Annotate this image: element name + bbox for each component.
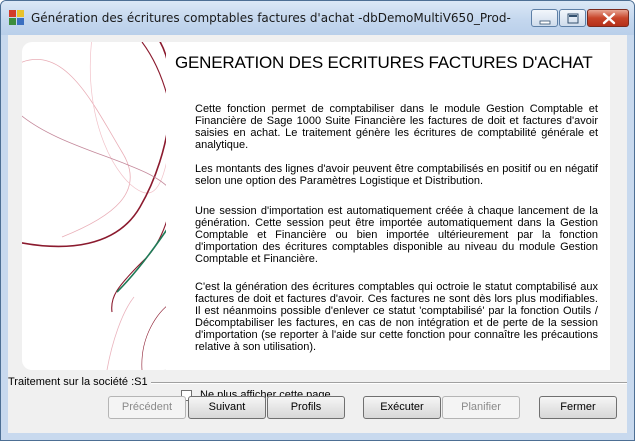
decorative-art-panel	[22, 42, 172, 370]
window-title: Génération des écritures comptables fact…	[31, 11, 511, 25]
close-icon	[602, 12, 616, 25]
description-paragraph-1: Cette fonction permet de comptabiliser d…	[195, 103, 598, 151]
execute-button[interactable]: Exécuter	[363, 396, 441, 419]
decorative-curves-image	[22, 42, 172, 370]
close-button[interactable]: Fermer	[539, 396, 617, 419]
description-paragraph-2: Les montants des lignes d'avoir peuvent …	[195, 163, 598, 187]
profiles-button[interactable]: Profils	[267, 396, 345, 419]
minimize-icon	[539, 20, 551, 25]
close-window-button[interactable]	[587, 9, 629, 27]
app-icon	[9, 10, 25, 26]
next-button[interactable]: Suivant	[188, 396, 266, 419]
company-label: Traitement sur la société :S1	[8, 376, 151, 388]
dialog-window: Génération des écritures comptables fact…	[0, 0, 635, 441]
description-paragraph-3: Une session d'importation est automatiqu…	[195, 205, 598, 265]
minimize-button[interactable]	[531, 9, 558, 27]
page-heading: GENERATION DES ECRITURES FACTURES D'ACHA…	[175, 53, 593, 72]
maximize-icon	[567, 13, 579, 24]
description-paragraph-4: C'est la génération des écritures compta…	[195, 281, 598, 353]
maximize-button[interactable]	[559, 9, 586, 27]
dialog-client-area: GENERATION DES ECRITURES FACTURES D'ACHA…	[8, 35, 627, 433]
previous-button[interactable]: Précédent	[108, 396, 186, 419]
schedule-button[interactable]: Planifier	[442, 396, 520, 419]
title-bar[interactable]: Génération des écritures comptables fact…	[1, 1, 634, 35]
description-panel: GENERATION DES ECRITURES FACTURES D'ACHA…	[166, 42, 610, 370]
